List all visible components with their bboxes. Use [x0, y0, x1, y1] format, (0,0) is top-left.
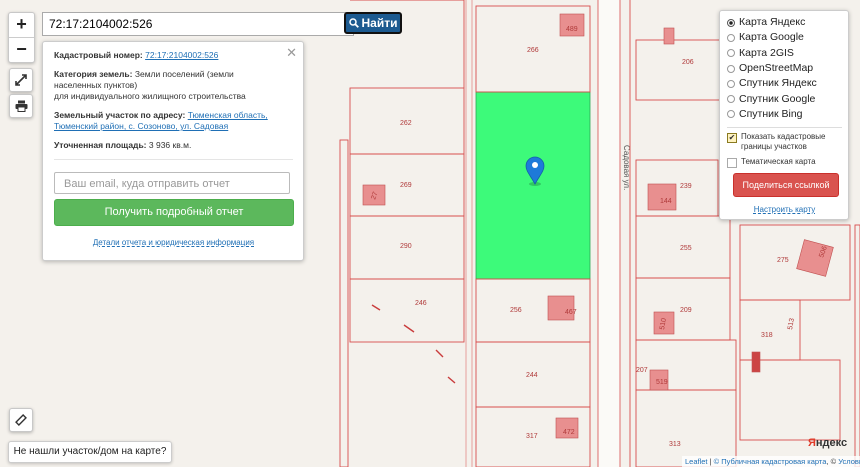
share-link-button[interactable]: Поделиться ссылкой	[733, 173, 839, 198]
parcel-info-panel: ✕ Кадастровый номер: 72:17:2104002:526 К…	[42, 41, 304, 261]
plot-number: 246	[415, 300, 427, 307]
radio-icon	[727, 110, 735, 119]
plot-number: 207	[636, 367, 648, 374]
plot-number: 256	[510, 307, 522, 314]
layer-option[interactable]: Карта Яндекс	[727, 15, 842, 30]
plot-number: 239	[680, 183, 692, 190]
plot-number: 290	[400, 243, 412, 250]
layer-label: Спутник Google	[739, 92, 816, 105]
adjust-map-link[interactable]: Настроить карту	[727, 205, 842, 214]
fullscreen-button[interactable]	[9, 68, 33, 92]
plot-number: 313	[669, 441, 681, 448]
close-icon[interactable]: ✕	[286, 45, 297, 61]
layer-label: Карта Яндекс	[739, 16, 806, 29]
printer-icon	[15, 100, 27, 112]
house-number: 472	[563, 429, 575, 436]
search-input[interactable]: 72:17:2104002:526	[42, 12, 354, 36]
expand-icon	[15, 74, 27, 86]
house-number: 489	[566, 26, 578, 33]
layer-label: Спутник Яндекс	[739, 77, 817, 90]
find-button[interactable]: Найти	[344, 12, 402, 34]
radio-icon	[727, 49, 735, 58]
yandex-logo-first: Я	[808, 437, 816, 449]
plot-number: 266	[527, 47, 539, 54]
category-label: Категория земель:	[54, 69, 133, 79]
plot-number: 209	[680, 307, 692, 314]
leaflet-link[interactable]: Leaflet	[685, 457, 708, 466]
layer-label: Карта 2GIS	[739, 46, 794, 59]
yandex-logo-rest: ндекс	[815, 437, 848, 449]
cadastral-row: Кадастровый номер: 72:17:2104002:526	[54, 50, 293, 61]
zoom-control: + −	[8, 12, 35, 63]
attribution-bar: Leaflet | © Публичная кадастровая карта,…	[682, 456, 860, 467]
radio-selected-icon	[727, 18, 735, 27]
plot-number: 317	[526, 433, 538, 440]
category-row: Категория земель: Земли поселений (земли…	[54, 69, 254, 102]
plot-number: 255	[680, 245, 692, 252]
plot-number: 269	[400, 182, 412, 189]
layer-option[interactable]: Карта 2GIS	[727, 46, 842, 61]
cadastral-number-link[interactable]: 72:17:2104002:526	[145, 50, 218, 60]
house-number: 519	[656, 379, 668, 386]
radio-icon	[727, 79, 735, 88]
cadastral-boundaries-toggle[interactable]: ✔ Показать кадастровые границы участков	[727, 132, 842, 152]
house-number: 467	[565, 309, 577, 316]
house-number: 144	[660, 198, 672, 205]
radio-icon	[727, 33, 735, 42]
get-report-button[interactable]: Получить подробный отчет	[54, 199, 294, 226]
layer-option[interactable]: Карта Google	[727, 30, 842, 45]
search-icon	[348, 18, 359, 28]
plot-number: 262	[400, 120, 412, 127]
radio-icon	[727, 95, 735, 104]
pkk-link[interactable]: © Публичная кадастровая карта	[714, 457, 827, 466]
category-purpose: для индивидуального жилищного строительс…	[54, 91, 246, 101]
attribution-separator: |	[709, 457, 712, 466]
cadastral-label: Кадастровый номер:	[54, 50, 143, 60]
not-found-button[interactable]: Не нашли участок/дом на карте?	[8, 441, 172, 463]
checkbox-label: Тематическая карта	[741, 157, 816, 167]
area-value: 3 936 кв.м.	[148, 140, 192, 150]
layer-option[interactable]: OpenStreetMap	[727, 61, 842, 76]
plot-number: 318	[761, 332, 773, 339]
layer-label: Спутник Bing	[739, 107, 803, 120]
divider	[727, 127, 842, 129]
email-input[interactable]: Ваш email, куда отправить отчет	[54, 172, 290, 194]
yandex-logo: Яндекс	[808, 437, 847, 449]
layer-label: Карта Google	[739, 31, 804, 44]
layer-option[interactable]: Спутник Яндекс	[727, 76, 842, 91]
radio-icon	[727, 64, 735, 73]
attribution-copy: ©	[830, 457, 837, 466]
report-details-link[interactable]: Детали отчета и юридическая информация	[54, 238, 293, 247]
area-label: Уточненная площадь:	[54, 140, 147, 150]
layer-label: OpenStreetMap	[739, 62, 814, 75]
thematic-map-toggle[interactable]: Тематическая карта	[727, 157, 842, 169]
checkbox-label: Показать кадастровые границы участков	[741, 132, 826, 152]
address-row: Земельный участок по адресу: Тюменская о…	[54, 110, 293, 132]
find-button-label: Найти	[361, 16, 398, 30]
address-label: Земельный участок по адресу:	[54, 110, 186, 120]
checkbox-icon	[727, 158, 737, 169]
zoom-out-button[interactable]: −	[9, 37, 34, 62]
area-row: Уточненная площадь: 3 936 кв.м.	[54, 140, 293, 160]
plot-number: 244	[526, 372, 538, 379]
layers-panel: Карта Яндекс Карта Google Карта 2GIS Ope…	[719, 10, 849, 220]
zoom-in-button[interactable]: +	[9, 13, 34, 37]
yandex-terms-link[interactable]: Условия использования	[838, 457, 860, 466]
layer-option[interactable]: Спутник Bing	[727, 107, 842, 122]
layer-option[interactable]: Спутник Google	[727, 91, 842, 106]
print-button[interactable]	[9, 94, 33, 118]
ruler-icon	[15, 414, 27, 426]
plot-number: 206	[682, 59, 694, 66]
checkbox-checked-icon: ✔	[727, 133, 737, 144]
plot-number: 275	[777, 257, 789, 264]
measure-button[interactable]	[9, 408, 33, 432]
